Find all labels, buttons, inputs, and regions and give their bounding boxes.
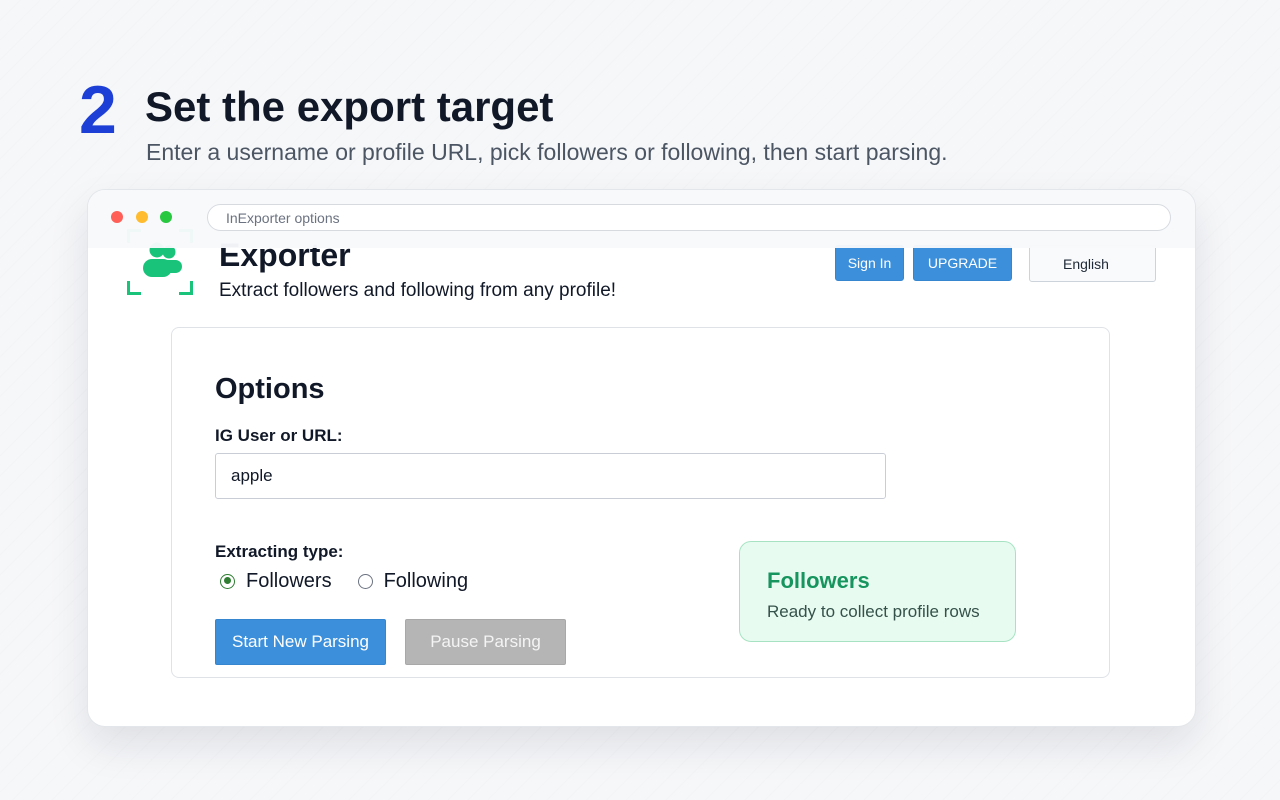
- radio-followers-indicator[interactable]: [220, 573, 235, 589]
- radio-followers-label[interactable]: Followers: [246, 569, 332, 593]
- radio-following-indicator[interactable]: [357, 573, 373, 589]
- minimize-window-dot[interactable]: [136, 211, 148, 223]
- options-panel: Options IG User or URL: Extracting type:…: [171, 327, 1110, 678]
- maximize-window-dot[interactable]: [160, 211, 172, 223]
- close-window-dot[interactable]: [111, 211, 123, 223]
- start-parsing-button[interactable]: Start New Parsing: [215, 619, 386, 665]
- extracting-type-group: Followers Following: [220, 569, 468, 593]
- ig-user-input[interactable]: [215, 453, 886, 499]
- sign-in-button[interactable]: Sign In: [835, 245, 904, 281]
- browser-window: Exporter Extract followers and following…: [87, 189, 1196, 727]
- app-subtitle: Extract followers and following from any…: [219, 280, 617, 301]
- status-card: Followers Ready to collect profile rows: [739, 541, 1016, 642]
- radio-followers[interactable]: Followers: [220, 569, 332, 593]
- status-title: Followers: [767, 568, 870, 593]
- ig-user-label: IG User or URL:: [215, 426, 343, 445]
- pause-parsing-button[interactable]: Pause Parsing: [405, 619, 566, 665]
- upgrade-button[interactable]: UPGRADE: [913, 245, 1012, 281]
- status-text: Ready to collect profile rows: [767, 602, 980, 621]
- step-title: Set the export target: [145, 83, 554, 130]
- step-subtitle: Enter a username or profile URL, pick fo…: [146, 139, 948, 165]
- address-bar[interactable]: InExporter options: [207, 204, 1171, 231]
- extension-page: Exporter Extract followers and following…: [88, 190, 1195, 726]
- extracting-type-label: Extracting type:: [215, 542, 344, 561]
- browser-chrome: InExporter options: [88, 190, 1195, 248]
- radio-following-label[interactable]: Following: [384, 569, 468, 593]
- step-number: 2: [79, 72, 117, 148]
- radio-following[interactable]: Following: [357, 569, 468, 593]
- options-title: Options: [215, 373, 325, 405]
- language-select[interactable]: English: [1029, 245, 1156, 282]
